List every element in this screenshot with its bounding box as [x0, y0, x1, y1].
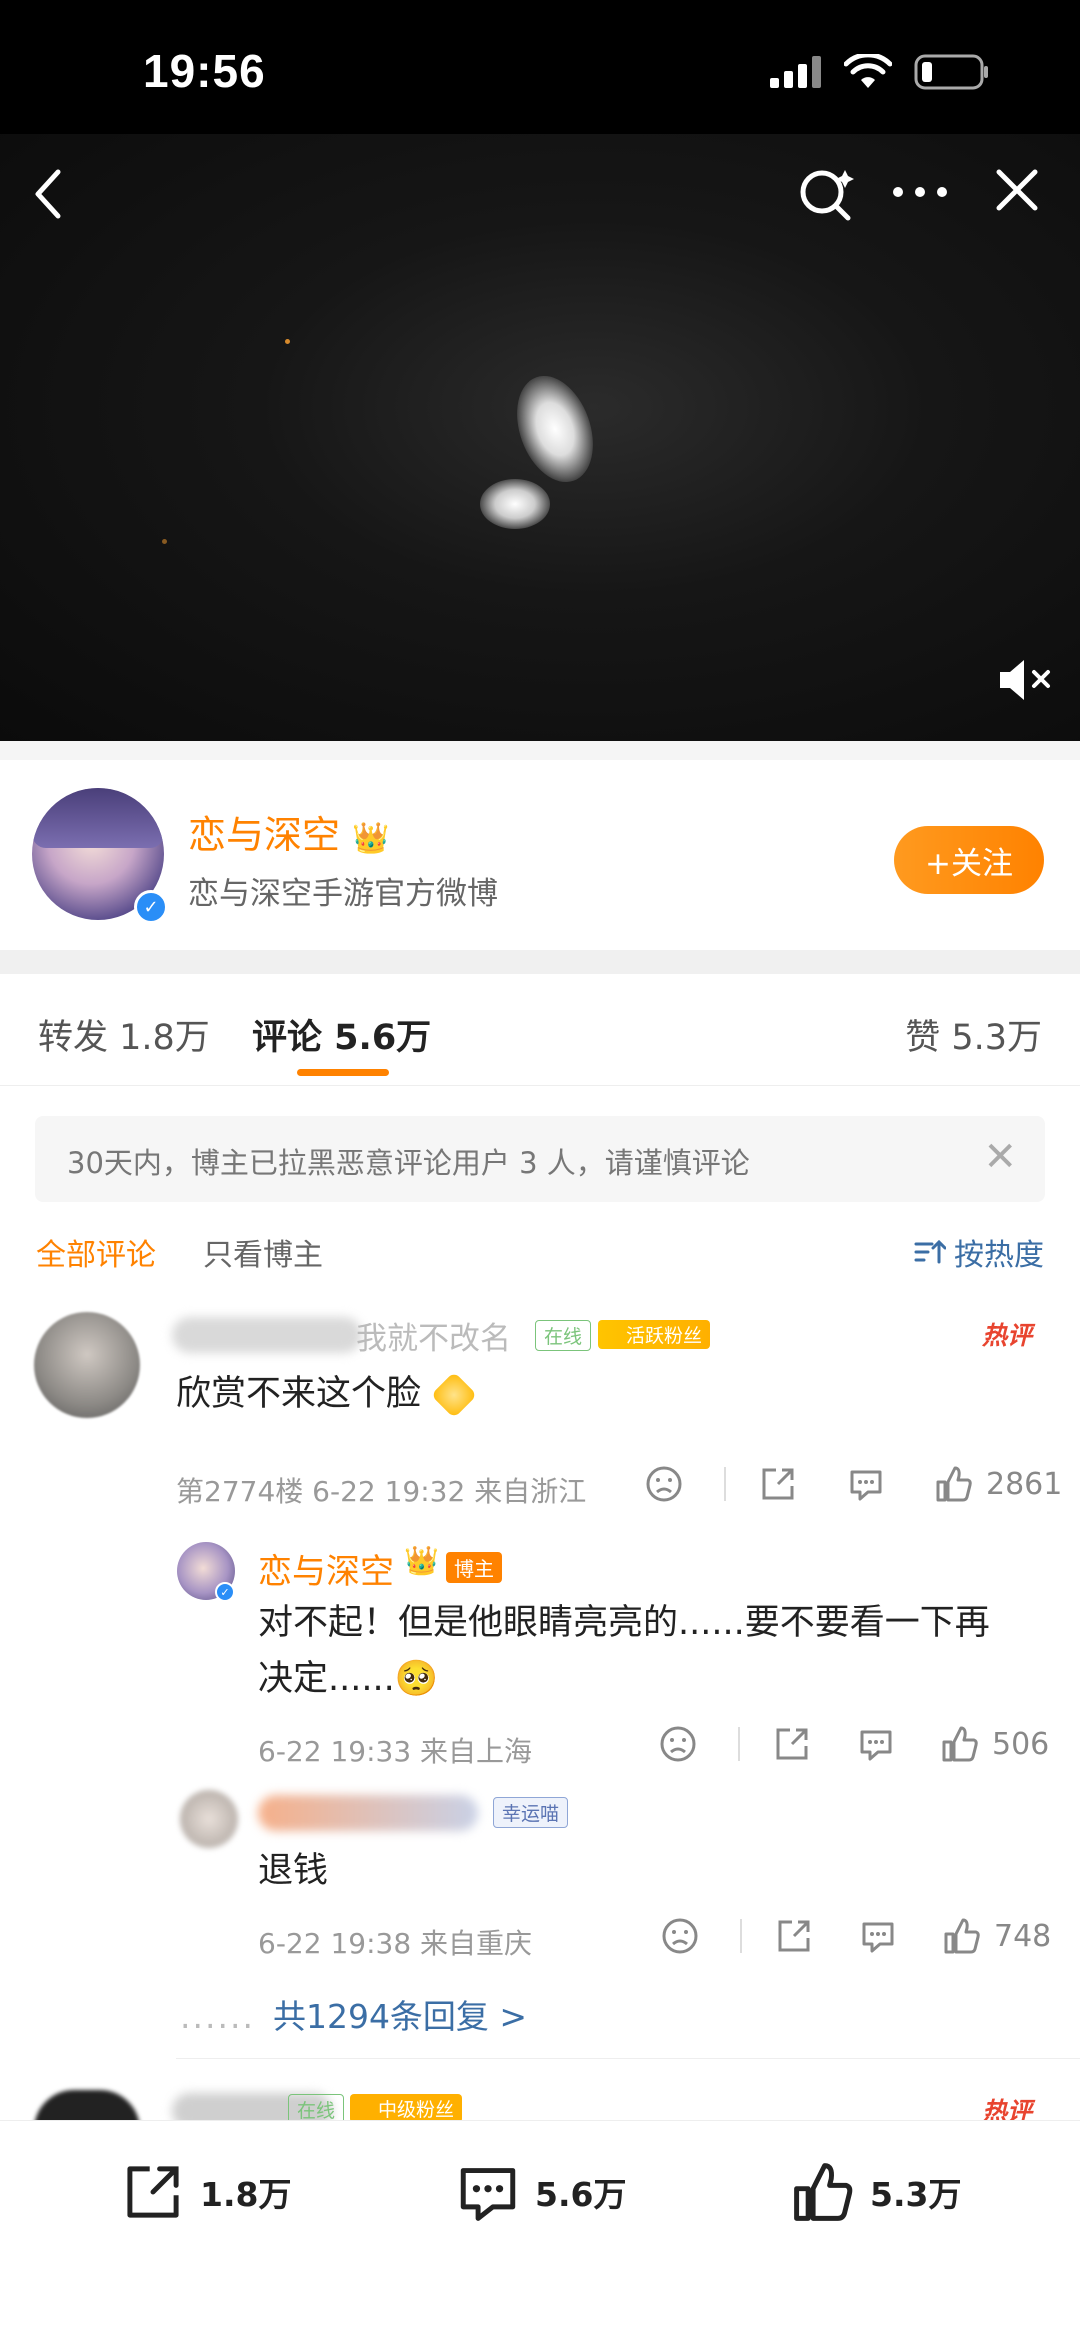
comment-meta: 第2774楼 6-22 19:32 来自浙江	[176, 1475, 587, 1508]
dislike-icon[interactable]	[660, 1916, 700, 1956]
follow-button[interactable]: +关注	[894, 826, 1044, 894]
profile-name-text: 恋与深空	[188, 813, 341, 857]
comment-icon	[460, 2168, 516, 2221]
comment-actions: 2861	[644, 1464, 1062, 1504]
separator	[0, 950, 1080, 974]
dislike-icon[interactable]	[658, 1724, 698, 1764]
profile-name[interactable]: 恋与深空 👑	[188, 804, 389, 859]
notice-banner: 30天内，博主已拉黑恶意评论用户 3 人，请谨慎评论 ✕	[35, 1116, 1045, 1202]
separator	[0, 741, 1080, 760]
reply-text-line: 对不起！但是他眼睛亮亮的......要不要看一下再	[258, 1603, 990, 1643]
repost-button[interactable]: 1.8万	[120, 2159, 291, 2225]
action-divider	[738, 1727, 740, 1761]
online-badge: 在线	[535, 1320, 592, 1351]
hot-comment-tag: 热评	[982, 1321, 1033, 1350]
like-icon	[794, 2163, 853, 2221]
status-icons	[770, 54, 990, 90]
like-count: 506	[992, 1726, 1050, 1762]
sort-label: 按热度	[954, 1238, 1044, 1273]
like-count: 748	[994, 1918, 1052, 1954]
mute-icon[interactable]	[998, 658, 1054, 702]
like-icon[interactable]	[934, 1464, 974, 1504]
fan-badge: 幸运喵	[493, 1797, 569, 1828]
reply-actions: 506	[658, 1724, 1049, 1764]
sort-icon	[914, 1239, 946, 1264]
username-blurred[interactable]	[258, 1795, 478, 1831]
battery-icon	[914, 54, 988, 90]
reply-icon[interactable]	[858, 1916, 898, 1956]
share-icon	[127, 2166, 179, 2218]
fan-badge: 中级粉丝	[350, 2094, 463, 2123]
dots-decoration: ......	[180, 1997, 255, 2036]
like-icon[interactable]	[942, 1916, 982, 1956]
reply-meta: 6-22 19:38 来自重庆	[258, 1927, 533, 1960]
bottom-action-bar: 1.8万 5.6万 5.3万	[0, 2120, 1080, 2341]
reply-icon[interactable]	[856, 1724, 896, 1764]
like-count: 5.3万	[870, 2175, 962, 2214]
like-icon[interactable]	[940, 1724, 980, 1764]
username-blurred[interactable]	[172, 1317, 362, 1353]
tab-likes[interactable]: 赞 5.3万	[905, 1009, 1042, 1060]
tab-comments[interactable]: 评论 5.6万	[252, 1009, 431, 1060]
reply-text: 退钱	[258, 1851, 329, 1891]
reply-username[interactable]: 恋与深空	[258, 1544, 394, 1593]
avatar[interactable]	[180, 1790, 238, 1848]
filter-author-only[interactable]: 只看博主	[203, 1230, 323, 1274]
tab-bar: 转发 1.8万 评论 5.6万 赞 5.3万	[0, 975, 1080, 1086]
comment-count: 5.6万	[535, 2175, 627, 2214]
more-replies-label: 共1294条回复 >	[272, 1997, 528, 2036]
video-player[interactable]	[0, 134, 1080, 741]
fan-badge: 活跃粉丝	[598, 1320, 711, 1349]
crown-icon: 👑	[404, 1544, 439, 1577]
username-visible[interactable]: 我就不改名	[356, 1313, 511, 1358]
signal-icon	[770, 56, 821, 88]
close-icon[interactable]	[993, 166, 1041, 214]
wifi-icon	[844, 54, 892, 88]
video-speck	[162, 539, 167, 544]
avatar-hair	[32, 788, 164, 848]
share-icon[interactable]	[774, 1916, 814, 1956]
back-icon[interactable]	[26, 166, 70, 222]
status-bar: 19:56	[0, 0, 1080, 134]
comment-filter: 全部评论 只看博主 按热度	[0, 1222, 1080, 1282]
close-icon[interactable]: ✕	[983, 1134, 1017, 1180]
crown-icon: 👑	[352, 821, 390, 856]
verified-icon: ✓	[134, 890, 168, 924]
reply-meta: 6-22 19:33 来自上海	[258, 1735, 533, 1768]
more-replies-link[interactable]: ...... 共1294条回复 >	[180, 1990, 527, 2038]
separator	[176, 2058, 1080, 2059]
video-content-glow	[480, 479, 550, 529]
filter-all[interactable]: 全部评论	[36, 1230, 156, 1274]
verified-icon: ✓	[215, 1582, 235, 1602]
like-count: 2861	[986, 1466, 1063, 1502]
tab-repost[interactable]: 转发 1.8万	[38, 1009, 210, 1060]
repost-count: 1.8万	[200, 2175, 292, 2214]
reply-icon[interactable]	[846, 1464, 886, 1504]
reply-text-line: 决定......🥺	[258, 1659, 439, 1699]
dislike-icon[interactable]	[644, 1464, 684, 1504]
status-time: 19:56	[143, 45, 266, 97]
like-button[interactable]: 5.3万	[790, 2159, 961, 2225]
search-icon[interactable]	[798, 166, 854, 222]
author-badge: 博主	[446, 1552, 502, 1583]
share-icon[interactable]	[772, 1724, 812, 1764]
tab-indicator	[297, 1069, 389, 1076]
action-divider	[724, 1467, 726, 1501]
avatar[interactable]	[34, 1312, 140, 1418]
reply-actions: 748	[660, 1916, 1051, 1956]
badge-icon	[430, 1371, 478, 1419]
more-icon[interactable]	[890, 182, 950, 202]
comment-button[interactable]: 5.6万	[455, 2159, 626, 2225]
reply-text: 对不起！但是他眼睛亮亮的......要不要看一下再 决定......🥺	[258, 1595, 990, 1707]
comment-text-content: 欣赏不来这个脸	[176, 1374, 422, 1414]
action-divider	[740, 1919, 742, 1953]
comment-text: 欣赏不来这个脸	[176, 1366, 478, 1422]
share-icon[interactable]	[758, 1464, 798, 1504]
profile-subtitle: 恋与深空手游官方微博	[188, 876, 498, 912]
video-speck	[285, 339, 290, 344]
video-content	[503, 365, 607, 493]
sort-button[interactable]: 按热度	[914, 1230, 1044, 1274]
notice-text: 30天内，博主已拉黑恶意评论用户 3 人，请谨慎评论	[67, 1146, 750, 1180]
profile-card: ✓ 恋与深空 👑 恋与深空手游官方微博 +关注	[0, 760, 1080, 950]
